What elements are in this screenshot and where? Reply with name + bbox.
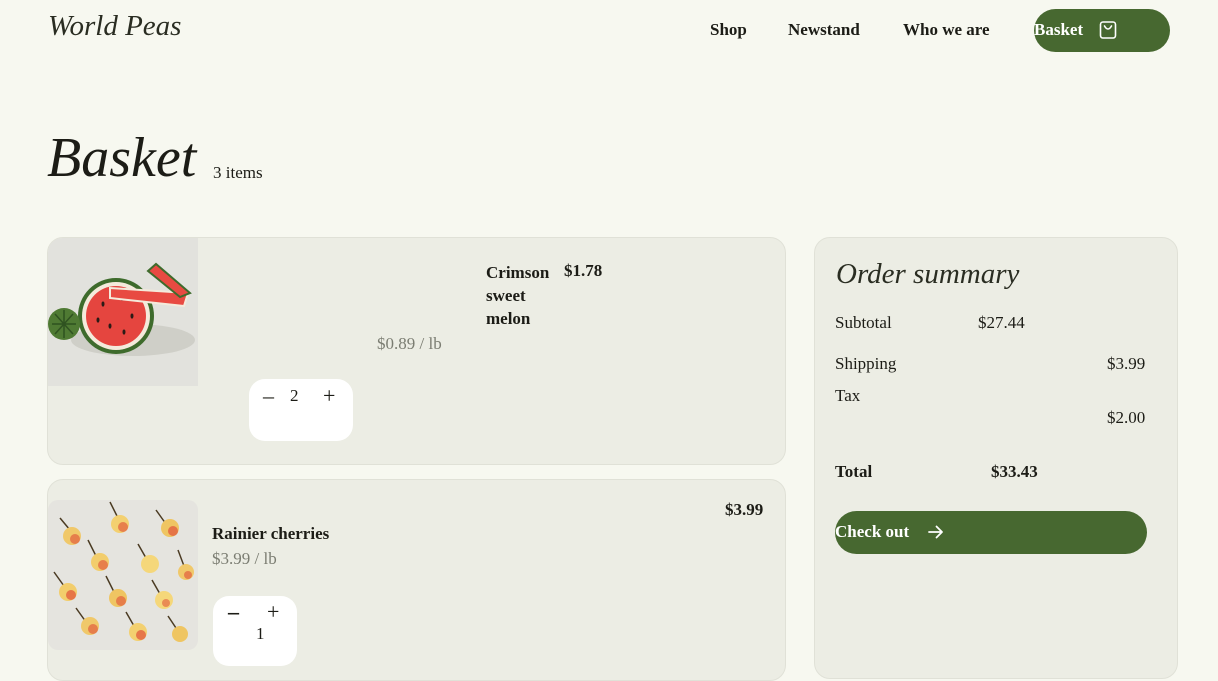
tax-label: Tax <box>835 386 861 405</box>
order-summary-panel: Order summary Subtotal $27.44 Shipping $… <box>814 237 1178 679</box>
nav-link-who-we-are[interactable]: Who we are <box>903 20 990 40</box>
product-name[interactable]: Rainier cherries <box>212 522 329 545</box>
basket-button[interactable]: Basket <box>1034 9 1170 52</box>
brand-logo[interactable]: World Peas <box>48 10 181 43</box>
shopping-bag-icon <box>1098 20 1118 40</box>
product-price: $3.99 <box>725 500 764 519</box>
quantity-stepper: – 1 + <box>213 596 297 666</box>
product-price: $1.78 <box>564 261 603 280</box>
quantity-value: 2 <box>290 386 299 405</box>
arrow-right-icon <box>927 523 945 546</box>
product-name-line: sweet <box>486 286 526 305</box>
quantity-stepper: – 2 + <box>249 379 353 441</box>
checkout-button-label: Check out <box>835 522 910 541</box>
basket-button-label: Basket <box>1034 20 1084 39</box>
checkout-button[interactable]: Check out <box>835 511 1147 554</box>
quantity-value: 1 <box>256 624 265 643</box>
nav-link-shop[interactable]: Shop <box>710 20 747 40</box>
decrease-quantity-button[interactable]: – <box>263 385 274 407</box>
increase-quantity-button[interactable]: + <box>267 601 279 623</box>
page-title: Basket <box>47 127 197 189</box>
nav-link-newstand[interactable]: Newstand <box>788 20 860 40</box>
decrease-quantity-button[interactable]: – <box>228 601 239 623</box>
basket-item-card: Rainier cherries $3.99 $3.99 / lb – 1 + <box>47 479 786 681</box>
item-count: 3 items <box>213 163 263 182</box>
increase-quantity-button[interactable]: + <box>323 385 335 407</box>
product-image-cherries[interactable] <box>48 500 198 650</box>
product-name-line: melon <box>486 309 531 328</box>
total-value: $33.43 <box>991 462 1038 481</box>
order-summary-title: Order summary <box>836 258 1020 290</box>
basket-item-card: Crimson sweet melon $1.78 $0.89 / lb – 2… <box>47 237 786 465</box>
subtotal-value: $27.44 <box>978 313 1025 332</box>
product-name[interactable]: Crimson sweet melon <box>486 261 549 330</box>
shipping-value: $3.99 <box>1107 354 1146 373</box>
product-name-line: Crimson <box>486 263 550 282</box>
tax-value: $2.00 <box>1107 408 1146 427</box>
product-unit-price: $0.89 / lb <box>377 334 442 353</box>
product-image-watermelon[interactable] <box>48 238 198 386</box>
shipping-label: Shipping <box>835 354 897 373</box>
subtotal-label: Subtotal <box>835 313 892 332</box>
total-label: Total <box>835 462 873 481</box>
product-unit-price: $3.99 / lb <box>212 549 277 568</box>
